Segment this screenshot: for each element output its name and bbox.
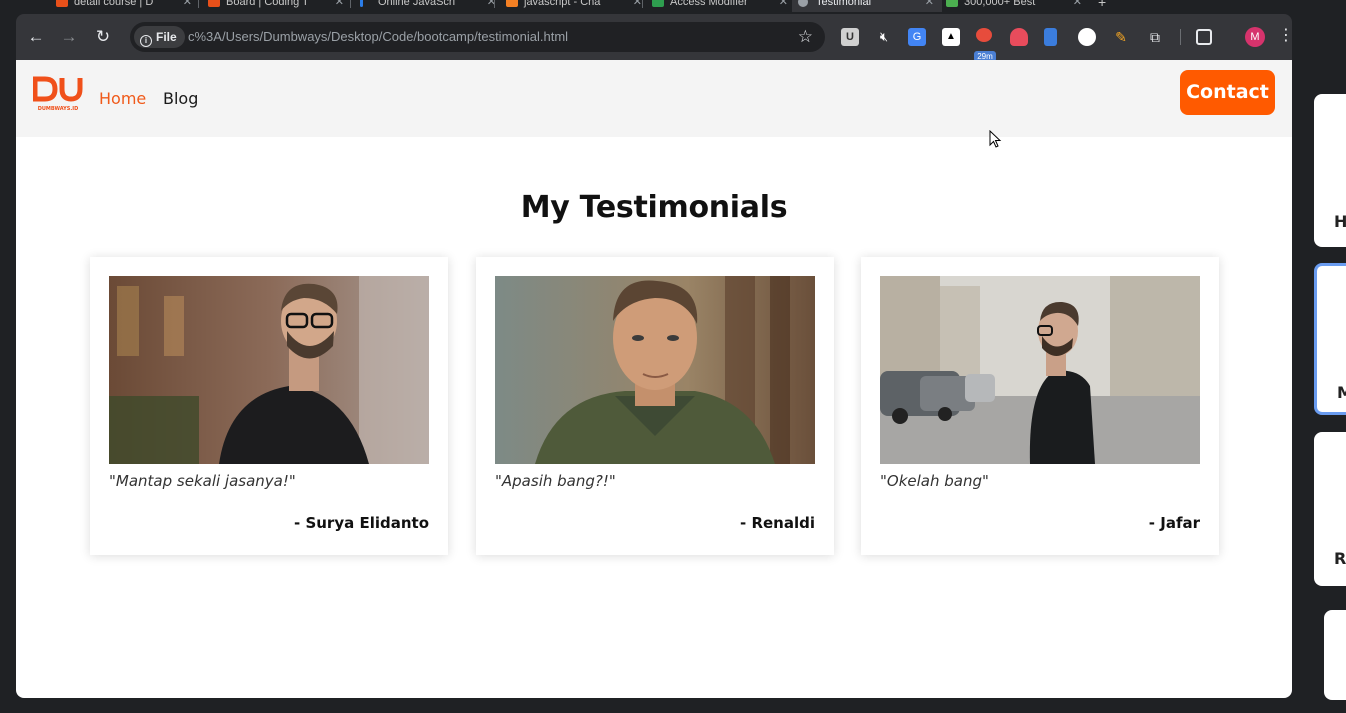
- menu-kebab-icon[interactable]: ⋮: [1278, 26, 1294, 46]
- side-panel-card[interactable]: Ri: [1314, 432, 1346, 586]
- browser-toolbar: ← → ↻ i File c%3A/Users/Dumbways/Desktop/…: [16, 14, 1294, 62]
- brand-wordmark: DUMBWAYS.ID: [38, 106, 79, 112]
- side-panel-initial: M: [1337, 383, 1346, 402]
- pen-extension-icon[interactable]: ✎: [1112, 28, 1130, 46]
- new-tab-icon[interactable]: +: [1098, 0, 1106, 10]
- url-text[interactable]: c%3A/Users/Dumbways/Desktop/Code/bootcam…: [188, 22, 568, 52]
- editor-favicon-icon: [360, 0, 363, 7]
- browser-tab[interactable]: Board | Coding T ✕: [202, 0, 352, 12]
- dumbways-favicon-icon: [208, 0, 220, 7]
- address-bar[interactable]: i File c%3A/Users/Dumbways/Desktop/Code/b…: [130, 22, 825, 52]
- pexels-favicon-icon: [946, 0, 958, 7]
- contact-button[interactable]: Contact: [1180, 70, 1275, 115]
- browser-tab[interactable]: detail course | D ✕: [50, 0, 200, 12]
- puzzle-extensions-icon[interactable]: ⧉: [1146, 28, 1164, 46]
- bookmark-star-icon[interactable]: ☆: [798, 22, 813, 52]
- reload-icon[interactable]: ↻: [93, 27, 113, 47]
- browser-tab[interactable]: javascript - Cha ✕: [500, 0, 650, 12]
- tab-strip: detail course | D ✕ Board | Coding T ✕ O…: [0, 0, 1292, 14]
- stackoverflow-favicon-icon: [506, 0, 518, 7]
- info-icon: i: [140, 35, 152, 47]
- close-icon[interactable]: ✕: [1073, 0, 1082, 12]
- testimonial-card: "Apasih bang?!" - Renaldi: [476, 257, 834, 555]
- testimonial-quote: "Mantap sekali jasanya!": [109, 472, 296, 490]
- close-icon[interactable]: ✕: [335, 0, 344, 12]
- site-info-chip[interactable]: i File: [134, 26, 185, 48]
- tab-title: 300,000+ Best: [964, 0, 1036, 8]
- page-viewport: DUMBWAYS.ID Home Blog Contact My Testimo…: [16, 60, 1292, 698]
- tab-title: Board | Coding T: [226, 0, 309, 8]
- extension-icon[interactable]: ▲: [942, 28, 960, 46]
- testimonial-author: - Renaldi: [740, 514, 815, 532]
- browser-tab-active[interactable]: Testimonial ✕: [792, 0, 942, 12]
- nav-home-link[interactable]: Home: [99, 89, 146, 109]
- chip-label: File: [156, 30, 177, 44]
- testimonial-photo: [109, 276, 429, 464]
- shield-extension-icon[interactable]: U: [841, 28, 859, 46]
- side-panel-card-selected[interactable]: M: [1314, 263, 1346, 415]
- mute-icon[interactable]: 🔇︎: [875, 28, 893, 46]
- close-icon[interactable]: ✕: [925, 0, 934, 12]
- site-navbar: DUMBWAYS.ID Home Blog Contact: [16, 60, 1292, 137]
- circle-extension-icon[interactable]: [1078, 28, 1096, 46]
- docs-extension-icon[interactable]: [1044, 28, 1057, 46]
- docs-favicon-icon: [652, 0, 664, 7]
- side-panel-initial: H: [1334, 212, 1346, 231]
- close-icon[interactable]: ✕: [183, 0, 192, 12]
- testimonial-quote: "Okelah bang": [880, 472, 989, 490]
- tab-title: detail course | D: [74, 0, 154, 8]
- side-panel-initial: Ri: [1334, 549, 1346, 568]
- side-panel-card[interactable]: H: [1314, 94, 1346, 247]
- dumbways-logo[interactable]: DUMBWAYS.ID: [33, 75, 83, 113]
- forward-arrow-icon[interactable]: →: [59, 27, 79, 47]
- tab-title: Testimonial: [816, 0, 872, 8]
- close-icon[interactable]: ✕: [633, 0, 642, 12]
- bell-extension-icon[interactable]: [1010, 28, 1028, 46]
- side-panel-card[interactable]: [1324, 610, 1346, 700]
- testimonial-author: - Jafar: [1148, 514, 1200, 532]
- testimonial-photo: [880, 276, 1200, 464]
- browser-tab[interactable]: Access Modifier ✕: [646, 0, 796, 12]
- close-icon[interactable]: ✕: [779, 0, 788, 12]
- timer-extension-icon[interactable]: [976, 28, 992, 42]
- globe-icon: [798, 0, 808, 7]
- back-arrow-icon[interactable]: ←: [26, 27, 46, 47]
- nav-blog-link[interactable]: Blog: [163, 89, 198, 109]
- mouse-cursor-icon: [989, 130, 1002, 148]
- testimonial-quote: "Apasih bang?!": [495, 472, 616, 490]
- browser-tab[interactable]: Online JavaScri ✕: [354, 0, 504, 12]
- translate-icon[interactable]: G: [908, 28, 926, 46]
- side-panel-icon[interactable]: [1196, 29, 1212, 45]
- page-title: My Testimonials: [520, 190, 788, 225]
- testimonial-card: "Mantap sekali jasanya!" - Surya Elidant…: [90, 257, 448, 555]
- testimonial-photo: [495, 276, 815, 464]
- testimonial-card: "Okelah bang" - Jafar: [861, 257, 1219, 555]
- dumbways-favicon-icon: [56, 0, 68, 7]
- tab-title: javascript - Cha: [524, 0, 601, 8]
- testimonial-author: - Surya Elidanto: [294, 514, 429, 532]
- profile-avatar[interactable]: M: [1245, 27, 1265, 47]
- tab-title: Access Modifier: [670, 0, 748, 8]
- tab-title: Online JavaScri: [378, 0, 456, 8]
- browser-tab[interactable]: 300,000+ Best ✕: [940, 0, 1090, 12]
